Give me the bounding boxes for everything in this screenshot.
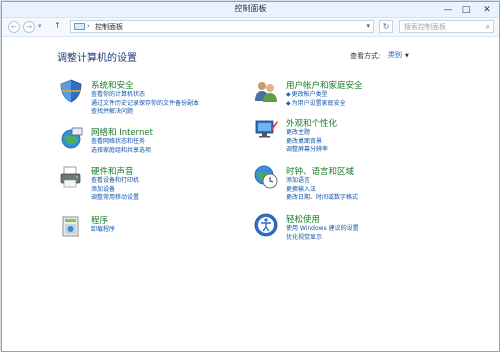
search-placeholder: 搜索控制面板 — [404, 23, 446, 31]
link-view-computer-status[interactable]: 查看你的计算机状态 — [91, 91, 199, 100]
link-desktop-background[interactable]: 更改桌面背景 — [286, 138, 328, 147]
link-uninstall-program[interactable]: 卸载程序 — [91, 226, 115, 235]
link-recommended-settings[interactable]: 使用 Windows 建议的设置 — [286, 225, 359, 234]
title-bar[interactable]: 控制面板 — □ ✕ — [2, 2, 499, 18]
back-button[interactable]: ← — [8, 21, 20, 33]
link-optimize-visual-display[interactable]: 优化视觉显示 — [286, 234, 359, 243]
category-title[interactable]: 程序 — [91, 214, 108, 226]
category-title[interactable]: 用户帐户和家庭安全 — [286, 79, 363, 91]
search-icon[interactable]: ⌕ — [486, 22, 490, 32]
link-devices-printers[interactable]: 查看设备和打印机 — [91, 177, 139, 186]
ease-of-access-icon[interactable] — [254, 213, 278, 237]
window-title: 控制面板 — [234, 4, 267, 13]
search-input[interactable]: 搜索控制面板 ⌕ — [399, 20, 494, 33]
category-title[interactable]: 系统和安全 — [91, 79, 134, 91]
link-add-language[interactable]: 添加语言 — [286, 177, 358, 186]
link-troubleshoot[interactable]: 查找并解决问题 — [91, 108, 199, 117]
users-icon[interactable] — [254, 79, 278, 103]
category-title[interactable]: 硬件和声音 — [91, 165, 134, 177]
uac-shield-icon: ◆ — [286, 99, 291, 107]
view-by-value: 类别 — [388, 51, 402, 59]
personalization-icon[interactable] — [254, 117, 278, 141]
link-change-theme[interactable]: 更改主题 — [286, 129, 328, 138]
category-title[interactable]: 外观和个性化 — [286, 117, 337, 129]
category-title[interactable]: 网络和 Internet — [91, 126, 153, 138]
navigation-bar: ← → ▾ ↑ › 控制面板 ▾ ↻ 搜索控制面板 ⌕ — [2, 18, 499, 37]
category-title[interactable]: 时钟、语言和区域 — [286, 165, 354, 177]
link-homegroup[interactable]: 选择家庭组和共享选项 — [91, 147, 151, 156]
up-button[interactable]: ↑ — [54, 21, 61, 30]
category-title[interactable]: 轻松使用 — [286, 213, 320, 225]
link-change-input-method[interactable]: 更换输入法 — [286, 186, 358, 195]
control-panel-window: 控制面板 — □ ✕ ← → ▾ ↑ › 控制面板 ▾ ↻ 搜索控制面板 ⌕ 调… — [1, 1, 500, 352]
forward-button[interactable]: → — [23, 21, 35, 33]
page-title: 调整计算机的设置 — [57, 53, 137, 64]
globe-network-icon[interactable] — [59, 126, 83, 150]
refresh-button[interactable]: ↻ — [379, 20, 393, 33]
breadcrumb-control-panel[interactable]: 控制面板 — [95, 22, 123, 32]
minimize-button[interactable]: — — [439, 2, 457, 17]
maximize-button[interactable]: □ — [457, 2, 475, 17]
view-by-label: 查看方式: — [350, 52, 381, 60]
shield-icon[interactable] — [59, 79, 83, 103]
main-content: 调整计算机的设置 查看方式: 类别 ▼ 系统和安全 查看你的计算机状态 通过文件历… — [2, 37, 499, 351]
recent-locations-chevron-icon[interactable]: ▾ — [38, 22, 42, 30]
link-add-device[interactable]: 添加设备 — [91, 186, 139, 195]
breadcrumb-separator-icon[interactable]: › — [87, 22, 90, 30]
link-family-safety[interactable]: ◆为用户设置家庭安全 — [286, 100, 346, 109]
printer-icon[interactable] — [59, 165, 83, 189]
view-by-dropdown[interactable]: 类别 ▼ — [388, 50, 409, 60]
close-button[interactable]: ✕ — [475, 2, 499, 17]
link-file-history[interactable]: 通过文件历史记录保存你的文件备份副本 — [91, 100, 199, 109]
control-panel-icon — [74, 23, 85, 30]
address-bar[interactable]: › 控制面板 ▾ — [70, 20, 374, 33]
uac-shield-icon: ◆ — [286, 91, 291, 98]
link-date-time-format[interactable]: 更改日期、时间或数字格式 — [286, 194, 358, 203]
programs-icon[interactable] — [59, 214, 83, 238]
link-screen-resolution[interactable]: 调整屏幕分辨率 — [286, 146, 328, 155]
clock-globe-icon[interactable] — [254, 165, 278, 189]
chevron-down-icon: ▼ — [405, 53, 409, 59]
link-change-account-type[interactable]: ◆更改帐户类型 — [286, 91, 346, 100]
link-network-status[interactable]: 查看网络状态和任务 — [91, 138, 151, 147]
address-dropdown-icon[interactable]: ▾ — [366, 22, 370, 30]
link-mobility-settings[interactable]: 调整常用移动设置 — [91, 194, 139, 203]
